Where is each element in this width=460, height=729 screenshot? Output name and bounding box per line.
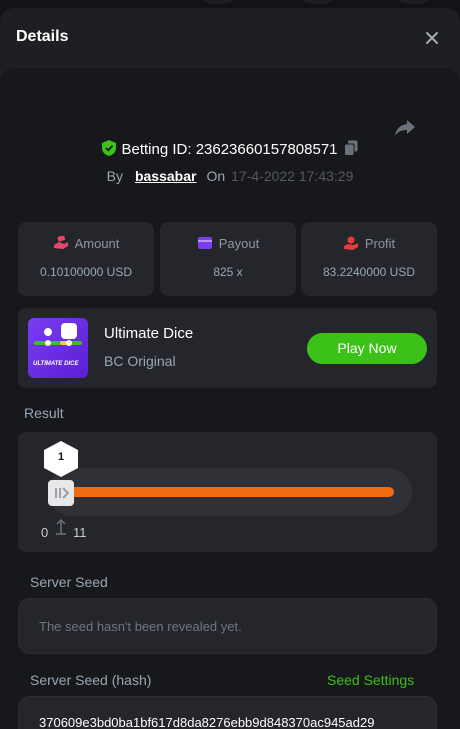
profit-value: 83.2240000 USD <box>322 265 416 279</box>
on-label: On <box>206 168 226 184</box>
by-label: By <box>106 168 123 184</box>
dice-game-art <box>34 323 82 346</box>
betting-id-value: 23623660157808571 <box>195 141 338 158</box>
drag-handle-icon <box>55 487 70 499</box>
result-range-bar <box>53 487 394 497</box>
game-name: Ultimate Dice <box>104 325 194 342</box>
server-seed-field: The seed hasn't been revealed yet. <box>18 598 437 654</box>
amount-label: Amount <box>74 236 120 251</box>
arrow-up-icon <box>56 518 66 535</box>
result-label: Result <box>24 405 64 421</box>
server-seed-text: The seed hasn't been revealed yet. <box>39 619 242 634</box>
play-now-button[interactable]: Play Now <box>307 333 427 364</box>
server-seed-label: Server Seed <box>30 574 108 590</box>
verified-shield-icon <box>102 140 117 156</box>
payout-label: Payout <box>218 236 260 251</box>
amount-card: Amount 0.10100000 USD <box>18 222 154 296</box>
result-badge: 1 <box>41 440 81 478</box>
game-thumbnail: ULTIMATE DICE <box>28 318 88 378</box>
profit-label: Profit <box>364 236 396 251</box>
betting-id: Betting ID: 23623660157808571 <box>0 140 460 158</box>
wallet-card-icon <box>197 237 212 249</box>
server-seed-hash-field[interactable]: 370609e3bd0ba1bf617d8da8276ebb9d848370ac… <box>18 696 437 729</box>
details-dialog: Details Betting ID: 23623660157808571 By… <box>0 8 460 729</box>
result-value: 1 <box>57 451 65 463</box>
profit-card: Profit 83.2240000 USD <box>301 222 437 296</box>
server-seed-hash-value: 370609e3bd0ba1bf617d8da8276ebb9d848370ac… <box>39 715 375 729</box>
background-tab <box>296 0 340 4</box>
range-min: 0 <box>41 525 49 540</box>
close-icon[interactable] <box>424 30 440 46</box>
dialog-title: Details <box>16 28 69 45</box>
payout-value: 825 x <box>213 265 243 279</box>
game-card: ULTIMATE DICE Ultimate Dice BC Original … <box>18 308 437 388</box>
betting-id-label: Betting ID: <box>121 141 192 158</box>
game-provider: BC Original <box>104 353 176 369</box>
share-icon[interactable] <box>394 118 416 138</box>
result-panel: 1 0 11 <box>18 432 437 552</box>
game-thumbnail-caption: ULTIMATE DICE <box>33 361 79 367</box>
amount-value: 0.10100000 USD <box>39 265 133 279</box>
payout-card: Payout 825 x <box>160 222 296 296</box>
background-tab <box>196 0 240 4</box>
range-max: 11 <box>73 525 87 540</box>
user-link[interactable]: bassabar <box>135 168 196 184</box>
money-hand-icon <box>53 235 68 249</box>
seed-settings-link[interactable]: Seed Settings <box>327 672 414 688</box>
server-seed-hash-label: Server Seed (hash) <box>30 672 152 688</box>
background-tab <box>392 0 436 4</box>
bet-byline: By bassabar On 17-4-2022 17:43:29 <box>0 168 460 184</box>
bet-datetime: 17-4-2022 17:43:29 <box>231 168 354 184</box>
slider-handle[interactable] <box>48 480 74 506</box>
coin-hand-icon <box>343 236 358 250</box>
copy-icon[interactable] <box>343 140 358 156</box>
